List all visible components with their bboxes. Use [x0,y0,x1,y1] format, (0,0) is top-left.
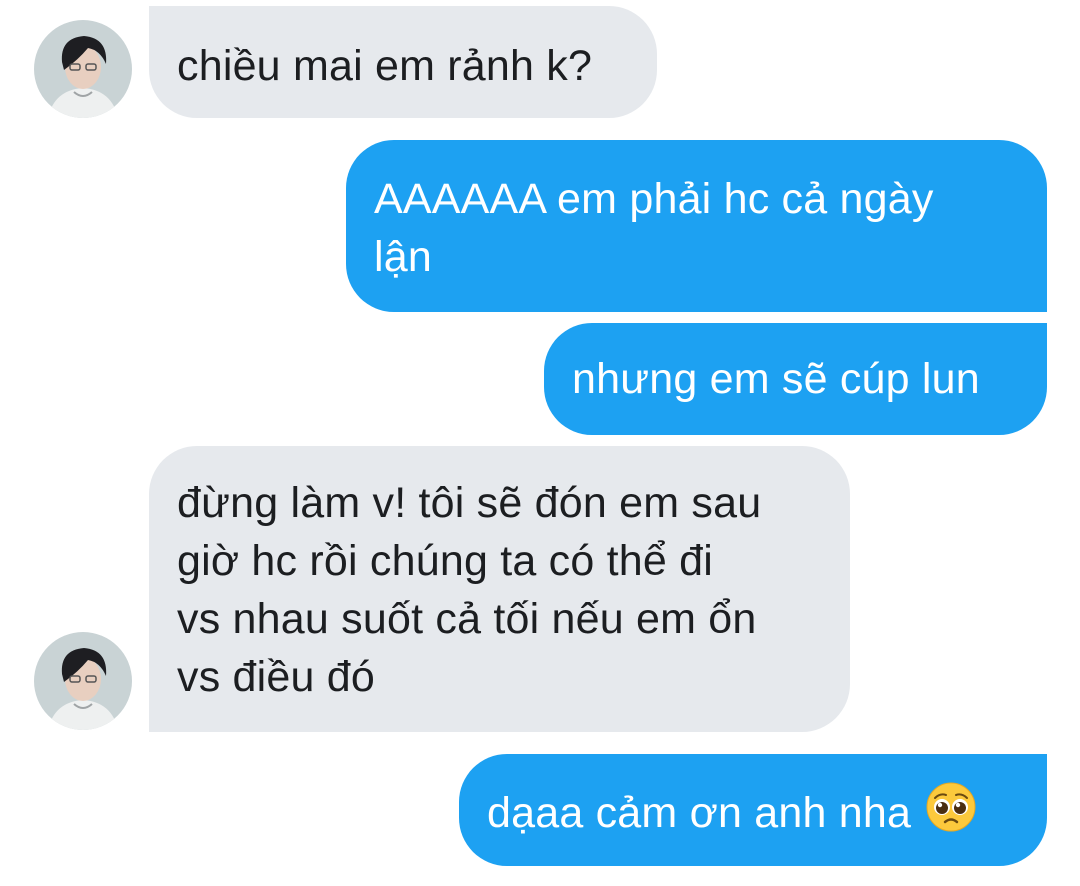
incoming-message-bubble[interactable]: chiều mai em rảnh k? [149,6,657,118]
avatar-photo [34,20,132,118]
message-text-line: giờ hc rồi chúng ta có thể đi [177,537,713,585]
contact-avatar[interactable] [34,632,132,730]
message-text-line: vs điều đó [177,653,376,701]
incoming-message-bubble[interactable]: đừng làm v! tôi sẽ đón em sau giờ hc rồi… [149,446,850,732]
pleading-face-emoji-icon [925,781,977,848]
outgoing-message-bubble[interactable]: dạaa cảm ơn anh nha [459,754,1047,866]
message-text: nhưng em sẽ cúp lun [572,355,980,403]
message-text-line: vs nhau suốt cả tối nếu em ổn [177,595,757,643]
message-text-line: AAAAAA em phải hc cả ngày [374,175,934,223]
message-text-line: lận [374,233,432,281]
message-text-line: đừng làm v! tôi sẽ đón em sau [177,479,762,527]
outgoing-message-bubble[interactable]: AAAAAA em phải hc cả ngày lận [346,140,1047,312]
avatar-photo [34,632,132,730]
message-text: chiều mai em rảnh k? [177,42,593,90]
outgoing-message-bubble[interactable]: nhưng em sẽ cúp lun [544,323,1047,435]
contact-avatar[interactable] [34,20,132,118]
message-text: dạaa cảm ơn anh nha [487,789,912,837]
